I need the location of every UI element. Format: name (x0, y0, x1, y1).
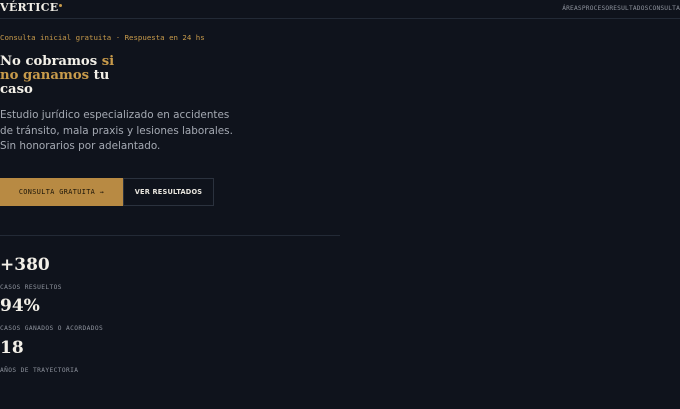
ver-resultados-button[interactable]: VER RESULTADOS (123, 178, 214, 206)
stat-label-ganados: CASOS GANADOS O ACORDADOS (0, 325, 104, 332)
section-divider (0, 235, 340, 236)
hero-description: Estudio jurídico especializado en accide… (0, 109, 233, 152)
stat-value-ganados: 94% (0, 296, 40, 316)
stat-label-casos: CASOS RESUELTOS (0, 284, 62, 291)
brand-logo[interactable]: VÉRTICE (0, 1, 63, 14)
stat-label-trayectoria: AÑOS DE TRAYECTORIA (0, 367, 79, 374)
consulta-gratuita-button[interactable]: CONSULTA GRATUITA → (0, 178, 123, 206)
hero-headline: No cobramos si no ganamos tu caso (0, 55, 130, 97)
nav-link-areas[interactable]: ÁREAS (562, 5, 582, 12)
top-nav: VÉRTICE ÁREAS PROCESO RESULTADOS CONSULT… (0, 0, 680, 19)
nav-link-proceso[interactable]: PROCESO (582, 5, 609, 12)
brand-name: VÉRTICE (0, 1, 59, 14)
nav-link-consulta[interactable]: CONSULTA (649, 5, 680, 12)
hero-eyebrow: Consulta inicial gratuita · Respuesta en… (0, 33, 205, 42)
nav-links: ÁREAS PROCESO RESULTADOS CONSULTA (562, 5, 680, 12)
stat-value-trayectoria: 18 (0, 338, 24, 358)
headline-part1: No cobramos (0, 54, 102, 69)
nav-link-resultados[interactable]: RESULTADOS (609, 5, 648, 12)
stat-value-casos: +380 (0, 255, 50, 275)
landing-page: VÉRTICE ÁREAS PROCESO RESULTADOS CONSULT… (0, 0, 680, 409)
brand-dot-icon (59, 4, 63, 7)
